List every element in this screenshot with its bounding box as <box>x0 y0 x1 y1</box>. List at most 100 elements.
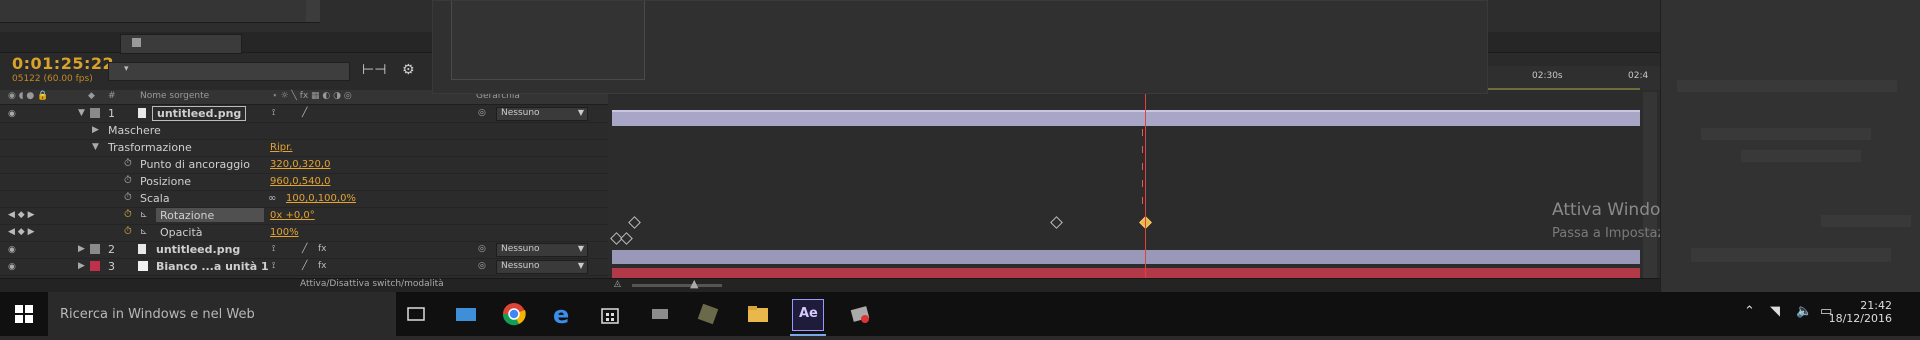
file-explorer-icon[interactable] <box>744 300 772 328</box>
panel-row <box>1677 80 1897 92</box>
label-color-swatch[interactable] <box>90 108 100 118</box>
visibility-eye-icon[interactable]: ◉ <box>8 109 16 119</box>
shy-switch-icon[interactable]: ⟟ <box>272 108 275 118</box>
layer-row[interactable]: ◉ ▶ 2 untitleed.png ⟟ ╱ fx ◎ Nessuno ▼ <box>0 241 608 259</box>
timeline-track-area[interactable] <box>608 90 1660 290</box>
project-panel-scrollbar[interactable] <box>306 0 320 22</box>
rotation-value[interactable]: 0x +0,0° <box>270 210 315 221</box>
rotation-keyframe[interactable] <box>1050 216 1063 229</box>
graph-icon[interactable]: ⊾ <box>140 210 148 220</box>
layer-row[interactable]: ◉ ▼ 1 untitleed.png ⟟ ╱ ◎ Nessuno ▼ <box>0 105 608 123</box>
anchor-point-value[interactable]: 320,0,320,0 <box>270 159 330 170</box>
opacity-keyframe[interactable] <box>620 232 633 245</box>
keyframe-navigator-icon[interactable]: ◀ ◆ ▶ <box>8 210 35 220</box>
composition-viewer[interactable] <box>432 0 1488 94</box>
switches-header-icons: ⋆ ☼ ╲ fx ▦ ◐ ◑ ◎ <box>272 91 352 101</box>
parent-pickwhip-icon[interactable]: ◎ <box>478 244 486 254</box>
quality-switch-icon[interactable]: ╱ <box>302 244 307 254</box>
expand-triangle-icon[interactable]: ▶ <box>78 261 85 271</box>
shy-switch-icon[interactable]: ⟟ <box>272 261 275 271</box>
zoom-out-icon[interactable]: ◬ <box>614 279 621 289</box>
expand-triangle-icon[interactable]: ▼ <box>78 108 85 118</box>
graph-icon[interactable]: ⊾ <box>140 227 148 237</box>
reset-transform-link[interactable]: Ripr. <box>270 142 292 153</box>
layer-name[interactable]: untitleed.png <box>156 243 240 256</box>
stopwatch-icon[interactable]: ⏱ <box>124 192 132 203</box>
label-color-swatch[interactable] <box>90 244 100 254</box>
store-icon[interactable] <box>596 300 624 328</box>
expand-triangle-icon[interactable]: ▶ <box>92 125 99 135</box>
layer-duration-bar[interactable] <box>612 250 1640 264</box>
parent-dropdown[interactable]: Nessuno ▼ <box>496 107 588 121</box>
constrain-proportions-icon[interactable]: ∞ <box>268 193 276 204</box>
composition-mini-flowchart-icon[interactable]: ⊢⊣ <box>362 62 386 78</box>
stopwatch-icon[interactable]: ⏱ <box>124 175 132 186</box>
masks-group-row[interactable]: ▶ Maschere <box>0 122 608 140</box>
panel-row <box>1691 248 1891 262</box>
scale-value[interactable]: 100,0,100,0% <box>286 193 356 204</box>
current-time-indicator[interactable] <box>1145 94 1146 290</box>
opacity-value[interactable]: 100% <box>270 227 299 238</box>
after-effects-icon[interactable]: Ae <box>792 299 824 331</box>
edge-browser-icon[interactable]: e <box>548 300 576 329</box>
app-icon[interactable] <box>694 300 722 328</box>
network-icon[interactable]: ◥ <box>1770 304 1780 319</box>
task-view-icon[interactable] <box>402 300 430 328</box>
expand-triangle-icon[interactable]: ▶ <box>78 244 85 254</box>
parent-dropdown[interactable]: Nessuno ▼ <box>496 260 588 274</box>
shy-switch-icon[interactable]: ⟟ <box>272 244 275 254</box>
png-file-icon <box>138 108 146 118</box>
app-icon[interactable] <box>846 300 874 328</box>
camera-app-icon[interactable] <box>452 300 480 328</box>
parent-dropdown[interactable]: Nessuno ▼ <box>496 243 588 257</box>
quality-switch-icon[interactable]: ╱ <box>302 108 307 118</box>
chrome-icon[interactable] <box>500 300 528 328</box>
rotation-row[interactable]: ◀ ◆ ▶ ⏱ ⊾ Rotazione 0x +0,0° <box>0 207 608 225</box>
transform-group-row[interactable]: ▼ Trasformazione Ripr. <box>0 139 608 157</box>
stopwatch-active-icon[interactable]: ⏱ <box>124 226 132 237</box>
layer-row[interactable]: ◉ ▶ 3 Bianco ...a unità 1 ⟟ ╱ fx ◎ Nessu… <box>0 258 608 276</box>
volume-icon[interactable]: 🔈 <box>1796 304 1812 319</box>
stopwatch-active-icon[interactable]: ⏱ <box>124 209 132 220</box>
start-button[interactable] <box>0 292 48 336</box>
fx-switch-icon[interactable]: fx <box>318 244 327 254</box>
visibility-eye-icon[interactable]: ◉ <box>8 245 16 255</box>
current-timecode[interactable]: 0:01:25:22 <box>12 54 114 73</box>
opacity-row[interactable]: ◀ ◆ ▶ ⏱ ⊾ Opacità 100% <box>0 224 608 242</box>
draft-3d-icon[interactable]: ⚙ <box>402 62 415 78</box>
zoom-in-icon[interactable]: ▲ <box>690 277 698 290</box>
show-hidden-icons-icon[interactable]: ⌃ <box>1744 304 1755 319</box>
search-dropdown-icon[interactable]: ▾ <box>124 64 129 74</box>
keyframe-navigator-icon[interactable]: ◀ ◆ ▶ <box>8 227 35 237</box>
expand-triangle-icon[interactable]: ▼ <box>92 142 99 152</box>
layer-number: 2 <box>108 243 115 256</box>
visibility-eye-icon[interactable]: ◉ <box>8 262 16 272</box>
layer-outline: ◉ ▼ 1 untitleed.png ⟟ ╱ ◎ Nessuno ▼ ▶ Mas… <box>0 105 608 278</box>
source-name-column-header[interactable]: Nome sorgente <box>140 91 209 101</box>
right-side-panel <box>1660 0 1920 292</box>
anchor-point-row[interactable]: ⏱ Punto di ancoraggio 320,0,320,0 <box>0 156 608 174</box>
position-value[interactable]: 960,0,540,0 <box>270 176 330 187</box>
parent-pickwhip-icon[interactable]: ◎ <box>478 108 486 118</box>
system-clock[interactable]: 21:42 18/12/2016 <box>1829 299 1892 325</box>
parent-pickwhip-icon[interactable]: ◎ <box>478 261 486 271</box>
taskbar-search-box[interactable]: Ricerca in Windows e nel Web <box>48 292 396 336</box>
stopwatch-icon[interactable]: ⏱ <box>124 158 132 169</box>
position-row[interactable]: ⏱ Posizione 960,0,540,0 <box>0 173 608 191</box>
rotation-keyframe[interactable] <box>628 216 641 229</box>
quality-switch-icon[interactable]: ╱ <box>302 261 307 271</box>
clock-date: 18/12/2016 <box>1828 312 1892 325</box>
layer-duration-bar[interactable] <box>612 110 1640 126</box>
scale-row[interactable]: ⏱ Scala ∞ 100,0,100,0% <box>0 190 608 208</box>
layer-name[interactable]: untitleed.png <box>152 106 247 121</box>
label-color-swatch[interactable] <box>90 261 100 271</box>
timeline-vertical-scrollbar[interactable] <box>1643 92 1657 288</box>
fx-switch-icon[interactable]: fx <box>318 261 327 271</box>
timeline-search-input[interactable] <box>108 62 350 81</box>
app-icon[interactable] <box>646 300 674 328</box>
zoom-slider[interactable] <box>632 284 722 287</box>
panel-row <box>1821 215 1911 227</box>
toggle-switches-modes-button[interactable]: Attiva/Disattiva switch/modalità <box>300 279 444 289</box>
av-switches-header-icons: ◉ ◖ ● 🔒 <box>8 91 49 101</box>
layer-name[interactable]: Bianco ...a unità 1 <box>156 260 269 273</box>
